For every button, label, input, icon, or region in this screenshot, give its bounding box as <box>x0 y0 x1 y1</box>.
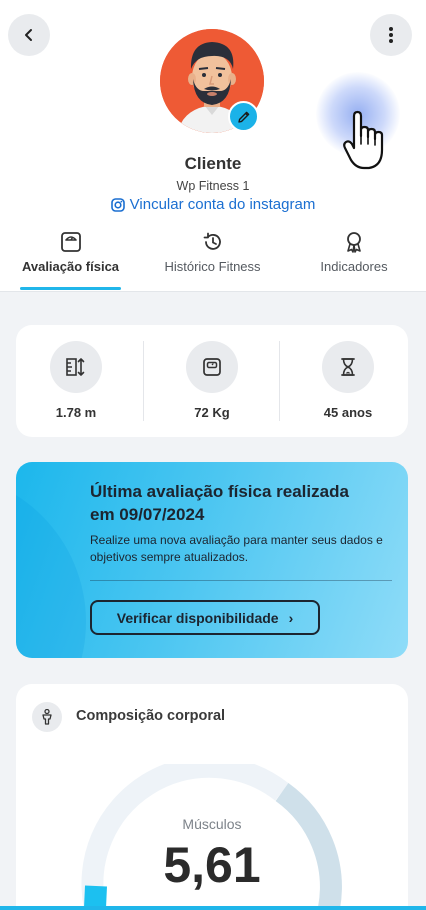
tab-label: Indicadores <box>320 259 388 274</box>
tab-label: Avaliação física <box>21 259 120 274</box>
chevron-left-icon <box>25 29 32 41</box>
last-assessment-title-line2: em 09/07/2024 <box>90 505 205 524</box>
tab-label: Histórico Fitness <box>164 259 261 274</box>
stat-value: 1.78 m <box>55 405 97 420</box>
weight-scale-icon <box>203 358 221 376</box>
profile-company: Wp Fitness 1 <box>176 179 250 193</box>
hourglass-icon <box>341 358 355 376</box>
last-assessment-description: Realize uma nova avaliação para manter s… <box>90 533 383 564</box>
chevron-right-icon: › <box>288 609 294 626</box>
check-availability-button[interactable]: Verificar disponibilidade › <box>90 600 320 635</box>
last-assessment-card: Última avaliação física realizada em 09/… <box>16 462 408 658</box>
profile-name: Cliente <box>184 154 242 173</box>
stat-height: 1.78 m <box>26 341 126 420</box>
gauge-label: Músculos <box>182 816 242 832</box>
check-availability-label: Verificar disponibilidade <box>116 609 279 626</box>
edit-avatar-button[interactable] <box>228 101 259 132</box>
stat-divider <box>279 341 280 421</box>
stat-age: 45 anos <box>298 341 398 420</box>
instagram-link[interactable]: Vincular conta do instagram <box>0 196 426 213</box>
last-assessment-title: Última avaliação física realizada em 09/… <box>90 480 390 526</box>
more-options-button[interactable] <box>370 14 412 56</box>
decorative-arc <box>16 472 86 658</box>
instagram-link-label: Vincular conta do instagram <box>129 196 316 213</box>
profile-header: Cliente Wp Fitness 1 Vincular conta do i… <box>0 0 426 292</box>
body-composition-card: Composição corporal Músculos 5,61 <box>16 684 408 910</box>
stat-value: 45 anos <box>323 405 373 420</box>
active-tab-indicator <box>20 287 121 290</box>
history-icon <box>203 232 221 250</box>
award-icon <box>347 232 361 253</box>
body-icon-wrapper <box>32 702 62 732</box>
tab-historico-fitness[interactable]: Histórico Fitness <box>155 229 270 291</box>
tab-indicadores[interactable]: Indicadores <box>305 229 403 291</box>
gauge-value: 5,61 <box>163 837 261 893</box>
pencil-icon <box>237 111 249 123</box>
last-assessment-title-line1: Última avaliação física realizada <box>90 482 349 501</box>
body-icon <box>42 709 52 725</box>
stat-weight: 72 Kg <box>162 341 262 420</box>
stat-value: 72 Kg <box>194 405 230 420</box>
stat-divider <box>143 341 144 421</box>
instagram-icon <box>110 197 125 212</box>
promo-divider <box>90 580 392 581</box>
stats-card: 1.78 m 72 Kg 45 anos <box>16 325 408 437</box>
tab-avaliacao-fisica[interactable]: Avaliação física <box>18 229 123 291</box>
bottom-accent-bar <box>0 906 426 910</box>
height-icon <box>66 358 85 376</box>
more-vertical-icon <box>389 27 393 43</box>
back-button[interactable] <box>8 14 50 56</box>
scale-icon <box>60 232 81 252</box>
body-composition-title: Composição corporal <box>76 708 226 724</box>
